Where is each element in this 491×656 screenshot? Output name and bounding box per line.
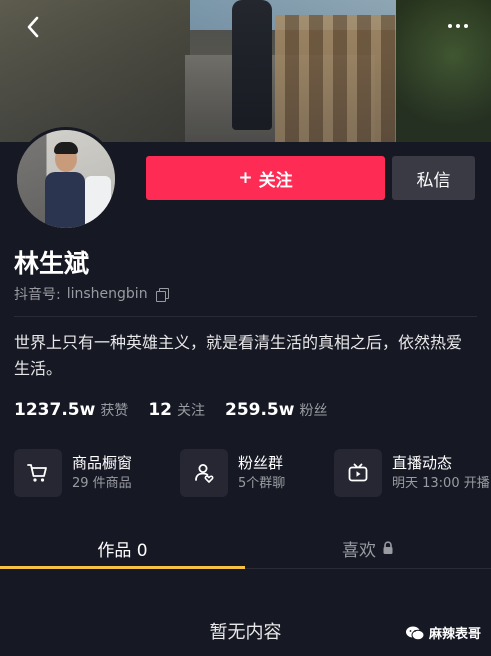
fan-group-entry[interactable]: 粉丝群 5个群聊 bbox=[180, 448, 285, 498]
profile-stats: 1237.5w 获赞 12 关注 259.5w 粉丝 bbox=[14, 400, 327, 420]
stat-followers-label: 粉丝 bbox=[299, 403, 328, 419]
cart-icon bbox=[14, 449, 62, 497]
shop-window-title: 商品橱窗 bbox=[72, 454, 133, 472]
more-options-button[interactable] bbox=[443, 14, 473, 38]
fan-group-count: 5个群聊 bbox=[238, 476, 286, 491]
stat-followers[interactable]: 259.5w 粉丝 bbox=[225, 400, 327, 420]
more-dot-icon bbox=[464, 24, 468, 28]
message-button[interactable]: 私信 bbox=[392, 156, 475, 200]
profile-bio: 世界上只有一种英雄主义，就是看清生活的真相之后，依然热爱生活。 bbox=[14, 333, 463, 378]
active-tab-indicator bbox=[0, 566, 245, 569]
tab-works-label: 作品 0 bbox=[97, 540, 148, 561]
chevron-left-icon bbox=[27, 16, 39, 38]
stat-followers-value: 259.5w bbox=[224, 400, 295, 420]
follow-label: 关注 bbox=[258, 170, 293, 191]
content-tabs: 作品 0 喜欢 bbox=[0, 528, 491, 570]
profile-name: 林生斌 bbox=[14, 249, 90, 278]
lock-icon bbox=[383, 541, 393, 554]
live-schedule-entry[interactable]: 直播动态 明天 13:00 开播 bbox=[334, 448, 490, 498]
message-label: 私信 bbox=[416, 170, 451, 191]
douyin-id-label: 抖音号: bbox=[14, 287, 61, 303]
stat-likes-label: 获赞 bbox=[100, 403, 129, 419]
avatar[interactable] bbox=[14, 127, 118, 231]
fan-group-title: 粉丝群 bbox=[238, 454, 284, 472]
live-schedule-time: 明天 13:00 开播 bbox=[392, 476, 490, 491]
douyin-id-row: 抖音号: linshengbin bbox=[14, 284, 169, 304]
copy-icon[interactable] bbox=[155, 288, 169, 302]
group-icon bbox=[180, 449, 228, 497]
plus-icon: + bbox=[238, 168, 253, 188]
profile-cover-image bbox=[0, 0, 491, 142]
back-button[interactable] bbox=[18, 12, 48, 42]
more-dot-icon bbox=[448, 24, 452, 28]
watermark: 麻辣表哥 bbox=[405, 623, 481, 642]
shop-window-count: 29 件商品 bbox=[72, 476, 132, 491]
live-schedule-title: 直播动态 bbox=[392, 454, 453, 472]
stat-likes: 1237.5w 获赞 bbox=[14, 400, 128, 420]
douyin-id-value: linshengbin bbox=[66, 286, 148, 302]
wechat-icon bbox=[405, 626, 425, 640]
tab-likes[interactable]: 喜欢 bbox=[245, 528, 491, 568]
follow-button[interactable]: + 关注 bbox=[146, 156, 385, 200]
stat-following-label: 关注 bbox=[176, 403, 205, 419]
tab-likes-label: 喜欢 bbox=[342, 540, 376, 561]
tab-works[interactable]: 作品 0 bbox=[0, 528, 245, 568]
divider bbox=[14, 316, 477, 317]
watermark-text: 麻辣表哥 bbox=[428, 627, 481, 642]
stat-following-value: 12 bbox=[148, 400, 172, 420]
stat-likes-value: 1237.5w bbox=[14, 400, 96, 420]
tv-icon bbox=[334, 449, 382, 497]
shop-window-entry[interactable]: 商品橱窗 29 件商品 bbox=[14, 448, 132, 498]
stat-following[interactable]: 12 关注 bbox=[148, 400, 205, 420]
more-dot-icon bbox=[456, 24, 460, 28]
